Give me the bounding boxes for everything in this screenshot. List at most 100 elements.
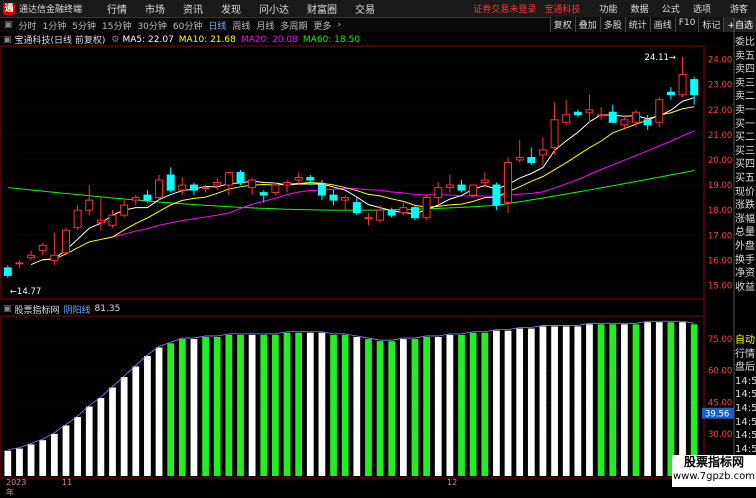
indicator-bar [62,425,70,476]
candle-body [469,184,478,196]
date-month-12: 12 [447,478,458,487]
kline-chart[interactable]: 24.00 23.00 22.00 21.00 20.00 19.00 18.00 17.00… [0,0,756,487]
price-tick-4: 20.00 [708,156,732,166]
candle-body [143,194,152,201]
indicator-bar [574,326,582,476]
indicator-bar [295,332,303,476]
candle-body [457,184,466,191]
indicator-bar [85,406,93,476]
indicator-bar [586,324,593,476]
low-annotation: ←14.77 [10,287,41,297]
candle-body [399,207,408,214]
candle-body [73,209,82,229]
tick-label-5: 14:5 [735,402,756,414]
side-label-15: 外盘 [735,240,755,252]
tick-label-2: 盘后 [735,362,755,374]
candle-body [108,214,117,226]
candle-body [329,194,338,201]
indicator-bar [155,347,163,476]
candle-body [248,179,257,189]
candle-body [585,109,594,113]
candle-body [27,254,36,259]
high-annotation: 24.11→ [645,53,676,63]
side-label-12: 涨跌 [735,200,755,212]
indicator-bar [353,336,361,476]
price-tick-5: 19.00 [708,181,732,191]
indicator-bar [50,433,58,476]
candle-body [178,184,187,191]
watermark-url: www.7gpzb.com [673,471,755,482]
side-label-0: 委比 [735,37,755,48]
candle-body [50,254,59,261]
candle-body [131,197,140,201]
date-month-11: 11 [62,478,73,487]
tick-label-1: 行情 [735,348,755,360]
candle-body [306,177,315,181]
indicator-bar [597,324,605,476]
candle-body [608,111,617,123]
side-label-13: 涨幅 [735,213,755,225]
indicator-toggle-icon[interactable]: ▣ [3,304,12,314]
candle-body [376,209,385,221]
candle-body [189,184,198,191]
price-tick-1: 23.00 [708,81,732,91]
indicator-bar [365,339,372,476]
price-tick-6: 18.00 [708,206,732,216]
indicator-bar [225,334,233,476]
candle-body [294,177,303,181]
indicator-bar [109,387,116,476]
candle-body [352,202,361,214]
indicator-source: 股票指标网 [14,305,60,316]
candle-body [166,174,175,191]
ind-tick-2: 45.00 [708,398,732,408]
candle-body [492,184,501,206]
indicator-bar [644,322,652,476]
candle-body [562,114,571,123]
indicator-bar [411,339,419,476]
side-label-9: 买四 [735,159,755,171]
price-tick-3: 21.00 [708,131,732,141]
indicator-bar [493,330,500,476]
price-tick-7: 17.00 [708,231,732,241]
indicator-bar [4,450,12,476]
ind-tick-3: 30.00 [708,430,732,440]
indicator-bar [97,398,105,476]
candle-body [480,179,489,184]
candle-body [632,111,641,123]
indicator-bar [469,332,477,476]
candle-body [85,199,94,211]
ma5-line [30,97,695,265]
candle-body [678,74,687,96]
candle-body [527,156,536,163]
ma60-line [7,170,695,211]
indicator-bar [167,343,175,476]
indicator-bar [74,417,81,476]
indicator-bar [551,326,558,476]
side-label-11: 现价 [735,186,755,198]
indicator-bar [376,341,384,476]
price-tick-9: 15.00 [708,281,732,291]
date-year: 2023年 [6,478,27,497]
candle-body [515,156,524,161]
indicator-bar [423,336,430,476]
ind-tick-1: 60.00 [708,367,732,377]
side-label-4: 卖二 [735,91,755,103]
candle-body [224,172,233,186]
side-label-3: 卖三 [735,77,755,89]
side-label-7: 买二 [735,132,755,144]
candle-body [550,119,559,148]
candle-body [690,79,699,96]
candle-body [573,111,582,116]
candle-body [341,197,350,201]
indicator-bar [260,334,268,476]
candle-body [364,217,373,220]
indicator-bar [283,332,291,476]
indicator-name[interactable]: 阴阳线 [64,303,91,316]
candle-body [538,149,547,156]
side-label-17: 净资 [735,268,755,280]
side-label-6: 买一 [735,118,755,130]
candle-body [387,209,396,216]
candle-body [643,119,652,126]
candle-body [120,204,129,216]
side-label-5: 卖一 [735,104,755,116]
